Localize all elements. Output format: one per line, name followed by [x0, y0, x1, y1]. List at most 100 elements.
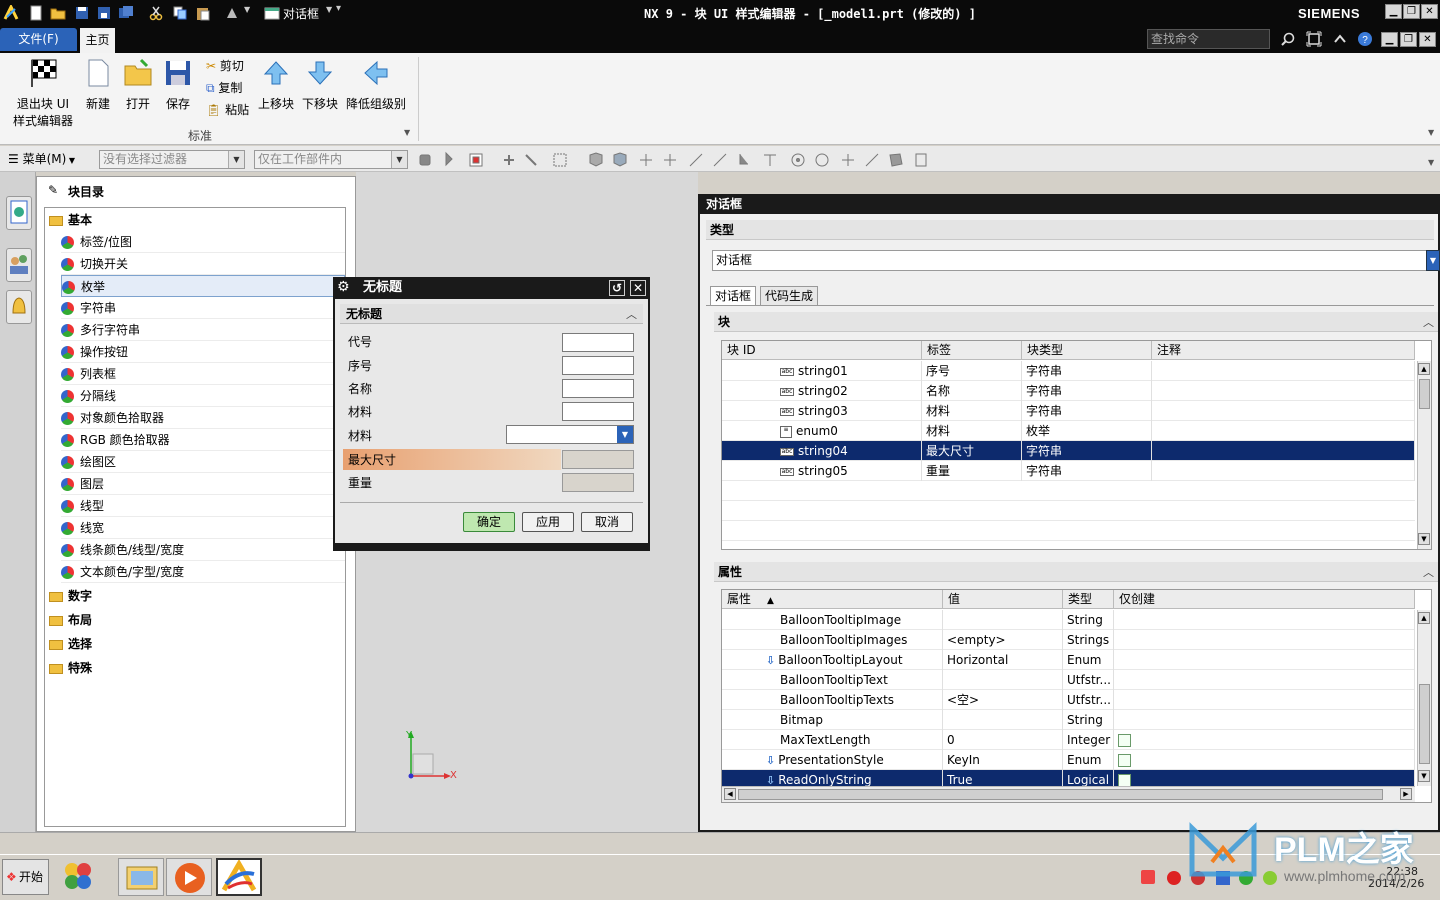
pin-icon[interactable]: ✎ — [48, 183, 58, 197]
property-row[interactable]: BalloonTooltipImage String — [722, 610, 1415, 630]
fullscreen-icon[interactable] — [1306, 31, 1322, 47]
move-up-button[interactable]: 上移块 — [256, 58, 296, 112]
table-row[interactable]: ≡ enum0 材料 枚举 — [722, 421, 1415, 441]
horizontal-scrollbar[interactable]: ◀ ▶ — [722, 786, 1415, 802]
folder-basic[interactable]: 基本 — [49, 209, 345, 231]
save-icon[interactable] — [74, 5, 90, 21]
open-folder-icon[interactable] — [50, 5, 66, 21]
column-header-create-only[interactable]: 仅创建 — [1114, 590, 1415, 609]
table-row[interactable]: abc string05 重量 字符串 — [722, 461, 1415, 481]
folder-special[interactable]: 特殊 — [49, 657, 345, 679]
property-row[interactable]: MaxTextLength 0 Integer — [722, 730, 1415, 750]
customize-toolbar-icon[interactable]: ▾ — [336, 3, 341, 14]
history-tab[interactable] — [6, 290, 32, 324]
weight-input[interactable] — [562, 473, 634, 492]
name-input[interactable] — [562, 379, 634, 398]
taskbar-app[interactable] — [56, 858, 102, 896]
search-icon[interactable] — [1280, 31, 1296, 47]
catalog-item[interactable]: 操作按钮 — [61, 341, 345, 363]
catalog-item-selected[interactable]: 枚举 — [61, 275, 345, 297]
catalog-item[interactable]: 线宽 — [61, 517, 345, 539]
copy-button[interactable]: ⧉ 复制 — [206, 79, 242, 96]
group-dropdown-icon[interactable]: ▼ — [404, 128, 410, 137]
property-row[interactable]: Bitmap String — [722, 710, 1415, 730]
chevron-down-icon[interactable]: ▼ — [1426, 250, 1440, 271]
cancel-button[interactable]: 取消 — [581, 512, 633, 532]
catalog-item[interactable]: 文本颜色/字型/宽度 — [61, 561, 345, 583]
catalog-item[interactable]: 绘图区 — [61, 451, 345, 473]
folder-layout[interactable]: 布局 — [49, 609, 345, 631]
cut-icon[interactable] — [148, 5, 164, 21]
command-search-input[interactable]: 查找命令 — [1147, 29, 1270, 49]
column-header-type[interactable]: 类型 — [1063, 590, 1114, 609]
column-header-block-type[interactable]: 块类型 — [1022, 341, 1152, 360]
property-row[interactable]: ⇩ BalloonTooltipLayout Horizontal Enum — [722, 650, 1415, 670]
doc-restore-button[interactable]: ❐ — [1400, 32, 1417, 47]
help-icon[interactable]: ? — [1357, 31, 1373, 47]
serial-input[interactable] — [562, 356, 634, 375]
folder-selection[interactable]: 选择 — [49, 633, 345, 655]
table-row-selected[interactable]: abc string04 最大尺寸 字符串 — [722, 441, 1415, 461]
apply-button[interactable]: 应用 — [522, 512, 574, 532]
scroll-thumb[interactable] — [1419, 684, 1430, 764]
save-all-icon[interactable] — [118, 5, 134, 21]
chevron-down-icon[interactable]: ▼ — [617, 426, 633, 443]
demote-group-button[interactable]: 降低组级别 — [344, 58, 408, 112]
doc-minimize-button[interactable]: ▁ — [1381, 32, 1398, 47]
scroll-up-icon[interactable]: ▲ — [1418, 363, 1430, 375]
ribbon-options-icon[interactable]: ▼ — [1428, 128, 1434, 137]
close-icon[interactable]: ✕ — [630, 280, 646, 296]
open-button[interactable]: 打开 — [120, 58, 156, 112]
minimize-button[interactable]: ▁ — [1385, 4, 1402, 19]
taskbar-app[interactable] — [166, 858, 212, 896]
catalog-item[interactable]: 对象颜色拾取器 — [61, 407, 345, 429]
table-row[interactable]: abc string03 材料 字符串 — [722, 401, 1415, 421]
new-button[interactable]: 新建 — [80, 58, 116, 112]
catalog-item[interactable]: 标签/位图 — [61, 231, 345, 253]
table-row[interactable]: abc string02 名称 字符串 — [722, 381, 1415, 401]
restore-button[interactable]: ❐ — [1403, 4, 1420, 19]
scroll-thumb[interactable] — [738, 789, 1383, 800]
scroll-thumb[interactable] — [1419, 379, 1430, 409]
copy-icon[interactable] — [172, 5, 188, 21]
type-section-header[interactable]: 类型 — [706, 220, 1434, 240]
taskbar-app[interactable] — [118, 858, 164, 896]
close-button[interactable]: ✕ — [1421, 4, 1438, 19]
catalog-item[interactable]: 线型 — [61, 495, 345, 517]
scope-dropdown[interactable]: 仅在工作部件内 ▼ — [254, 150, 408, 169]
catalog-item[interactable]: 多行字符串 — [61, 319, 345, 341]
exit-editor-button[interactable]: 退出块 UI 样式编辑器 — [10, 58, 76, 129]
folder-number[interactable]: 数字 — [49, 585, 345, 607]
material-dropdown[interactable] — [506, 425, 634, 444]
property-row[interactable]: ⇩ PresentationStyle KeyIn Enum — [722, 750, 1415, 770]
window-dropdown-icon[interactable]: ▼ — [326, 5, 332, 14]
doc-close-button[interactable]: ✕ — [1419, 32, 1436, 47]
catalog-item[interactable]: 图层 — [61, 473, 345, 495]
quick-access-window-label[interactable]: 对话框 — [283, 5, 319, 22]
create-only-checkbox-icon[interactable] — [1118, 734, 1131, 747]
scroll-down-icon[interactable]: ▼ — [1418, 533, 1430, 545]
start-button[interactable]: ❖ 开始 — [2, 859, 49, 895]
property-row[interactable]: BalloonTooltipText Utfstr... — [722, 670, 1415, 690]
reset-icon[interactable]: ↺ — [609, 280, 625, 296]
property-table-scrollbar[interactable]: ▲ ▼ — [1417, 610, 1431, 786]
type-filter-dropdown[interactable]: 没有选择过滤器 ▼ — [99, 150, 245, 169]
tab-home[interactable]: 主页 — [80, 28, 115, 53]
property-section-header[interactable]: 属性 — [714, 562, 1438, 582]
collapse-icon[interactable]: ︿ — [626, 306, 637, 322]
catalog-item[interactable]: 字符串 — [61, 297, 345, 319]
navigator-tab[interactable] — [6, 196, 32, 230]
save-as-icon[interactable] — [96, 5, 112, 21]
quick-access-dropdown-icon[interactable]: ▼ — [244, 5, 250, 14]
create-only-checkbox-icon[interactable] — [1118, 754, 1131, 767]
save-button[interactable]: 保存 — [160, 58, 196, 112]
column-header-label[interactable]: 标签 — [922, 341, 1022, 360]
new-file-icon[interactable] — [28, 5, 44, 21]
scroll-right-icon[interactable]: ▶ — [1400, 788, 1412, 800]
catalog-item[interactable]: 列表框 — [61, 363, 345, 385]
roles-tab[interactable] — [6, 248, 32, 282]
block-table-scrollbar[interactable]: ▲ ▼ — [1417, 361, 1431, 549]
paste-icon[interactable] — [195, 5, 211, 21]
move-down-button[interactable]: 下移块 — [300, 58, 340, 112]
material-input[interactable] — [562, 402, 634, 421]
